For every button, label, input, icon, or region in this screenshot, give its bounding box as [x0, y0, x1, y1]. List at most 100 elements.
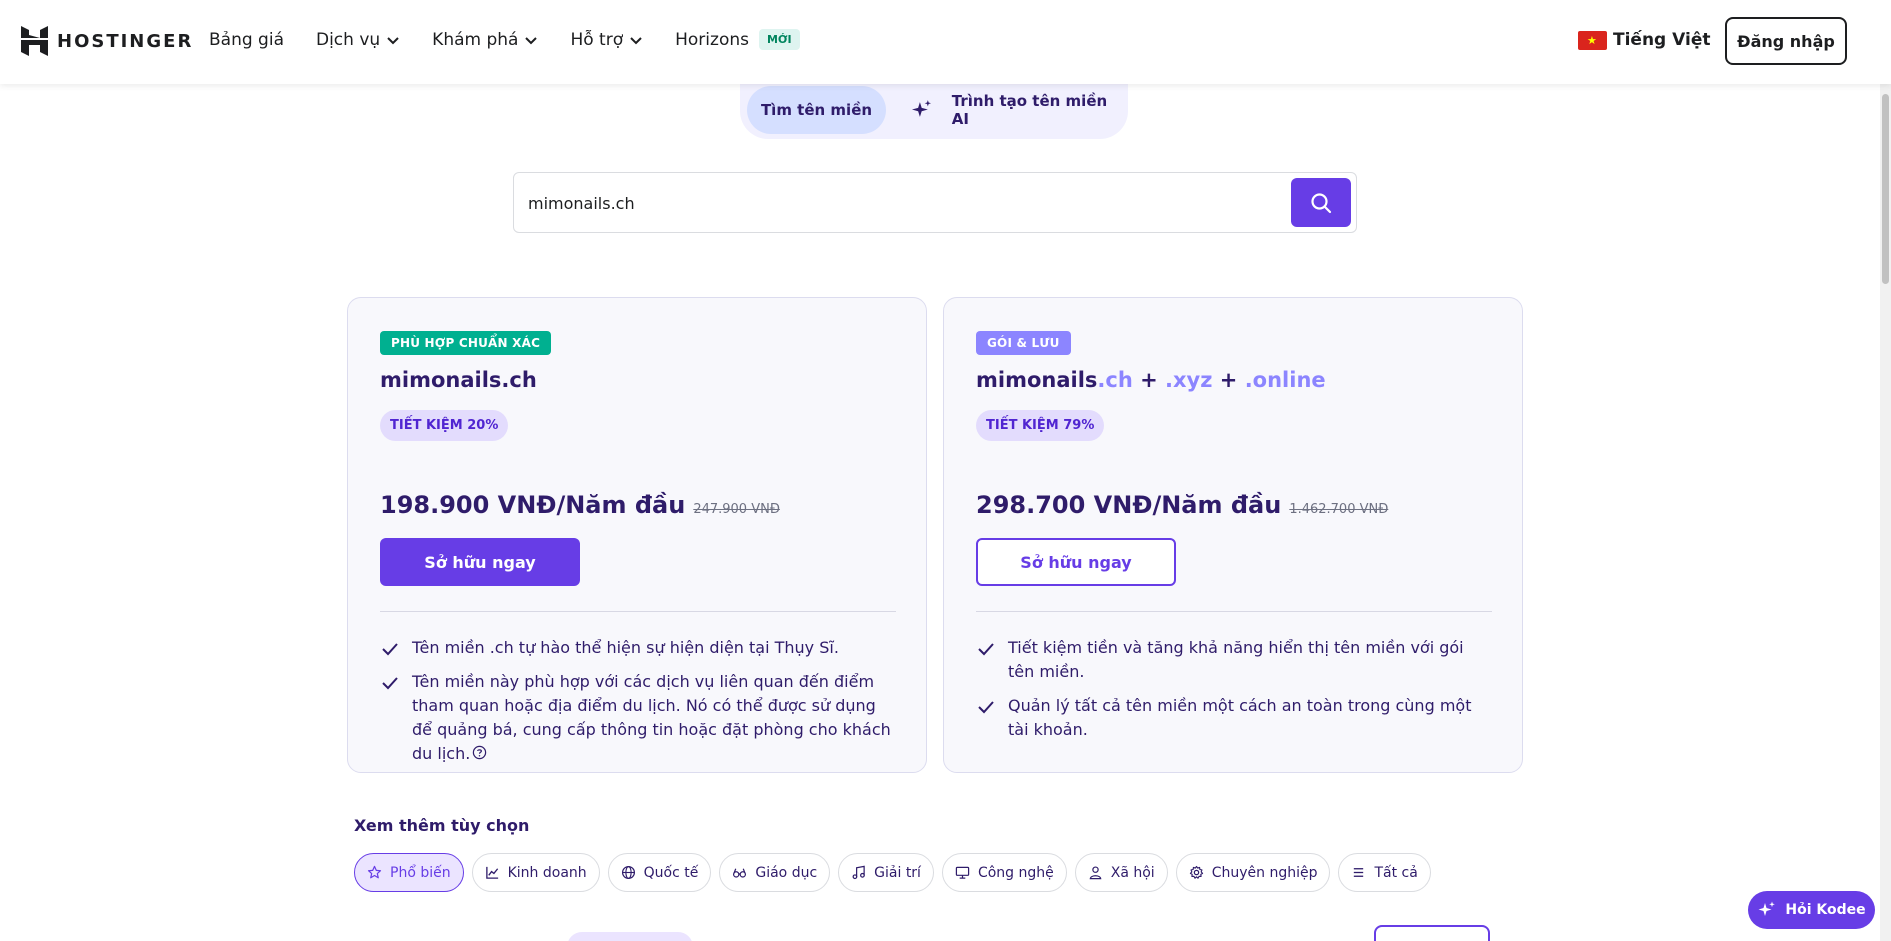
main-nav: Bảng giá Dịch vụ Khám phá Hỗ trợ Horizon… [209, 29, 800, 50]
domain-search-bar [513, 172, 1357, 233]
sparkle-icon [911, 100, 932, 117]
exact-match-card: PHÙ HỢP CHUẨN XÁC mimonails.ch TIẾT KIỆM… [347, 297, 927, 773]
search-button[interactable] [1291, 178, 1351, 227]
language-selector[interactable]: ★ Tiếng Việt [1578, 30, 1710, 50]
exact-old-price: 247.900 VNĐ [693, 502, 780, 517]
hostinger-logo[interactable]: HOSTINGER [21, 26, 193, 56]
plus-sign: + [1140, 368, 1158, 392]
chip-all[interactable]: Tất cả [1338, 853, 1431, 892]
chip-label: Giải trí [874, 864, 921, 881]
chip-label: Công nghệ [977, 864, 1054, 881]
login-button[interactable]: Đăng nhập [1725, 17, 1847, 65]
star-icon [367, 865, 382, 879]
bundle-buy-button[interactable]: Sở hữu ngay [976, 538, 1176, 586]
domain-search-input[interactable] [528, 183, 1268, 223]
nav-services-label: Dịch vụ [315, 29, 381, 50]
feature-text: Tiết kiệm tiền và tăng khả năng hiển thị… [1008, 638, 1464, 681]
check-icon [978, 643, 994, 656]
bundle-tld-xyz: .xyz [1165, 368, 1213, 392]
bundle-old-price: 1.462.700 VNĐ [1289, 502, 1389, 517]
monitor-icon [955, 866, 970, 879]
nav-explore[interactable]: Khám phá [432, 30, 538, 50]
domain-tabs: Tìm tên miền Trình tạo tên miền AI [740, 82, 1128, 139]
exact-savings-badge: TIẾT KIỆM 20% [380, 410, 509, 441]
exact-price: 198.900 VNĐ/Năm đầu [380, 491, 686, 519]
plus-sign: + [1219, 368, 1238, 392]
language-label: Tiếng Việt [1613, 30, 1711, 50]
chip-label: Chuyên nghiệp [1211, 864, 1318, 881]
bundle-price: 298.700 VNĐ/Năm đầu [976, 491, 1282, 519]
exact-features-list: Tên miền .ch tự hào thể hiện sự hiện diệ… [380, 636, 896, 776]
nav-support-label: Hỗ trợ [570, 29, 624, 50]
bottom-partial-button[interactable] [1374, 925, 1490, 941]
chip-label: Quốc tế [643, 864, 699, 881]
bundle-tld-online: .online [1244, 368, 1326, 392]
chip-label: Tất cả [1374, 864, 1418, 881]
chip-technology[interactable]: Công nghệ [941, 853, 1067, 892]
category-chips: Phổ biến Kinh doanh Quốc tế Giáo dục Giả… [354, 853, 1431, 892]
scrollbar-thumb[interactable] [1882, 94, 1889, 284]
list-item: Tên miền .ch tự hào thể hiện sự hiện diệ… [380, 636, 896, 660]
page-scrollbar[interactable] [1880, 84, 1891, 941]
list-item: Tên miền này phù hợp với các dịch vụ liê… [380, 670, 896, 766]
chip-entertainment[interactable]: Giải trí [838, 853, 934, 892]
gear-icon [1189, 865, 1203, 879]
nav-horizons-label: Horizons [675, 29, 749, 50]
chevron-down-icon [630, 36, 642, 44]
more-options-title: Xem thêm tùy chọn [354, 816, 530, 835]
check-icon [978, 701, 994, 714]
music-note-icon [852, 865, 865, 880]
kodee-label: Hỏi Kodee [1785, 902, 1866, 918]
feature-text: Quản lý tất cả tên miền một cách an toàn… [1008, 696, 1472, 739]
card-divider [976, 611, 1492, 612]
chip-international[interactable]: Quốc tế [607, 853, 712, 892]
trending-up-icon [485, 866, 498, 879]
globe-icon [621, 865, 635, 880]
chip-business[interactable]: Kinh doanh [471, 853, 600, 892]
bottom-filter-pill[interactable] [567, 932, 693, 941]
check-icon [382, 643, 398, 656]
tab-find-domain[interactable]: Tìm tên miền [747, 86, 886, 134]
nav-services[interactable]: Dịch vụ [316, 30, 400, 50]
ask-kodee-button[interactable]: Hỏi Kodee [1748, 891, 1875, 929]
exact-price-row: 198.900 VNĐ/Năm đầu 247.900 VNĐ [380, 491, 780, 519]
chip-popular[interactable]: Phổ biến [354, 853, 464, 892]
chip-social[interactable]: Xã hội [1074, 853, 1168, 892]
glasses-icon [733, 868, 747, 878]
bundle-badge: GÓI & LƯU [976, 331, 1071, 355]
chevron-down-icon [387, 36, 399, 44]
card-divider [380, 611, 896, 612]
nav-explore-label: Khám phá [432, 29, 519, 50]
chip-label: Giáo dục [755, 864, 818, 881]
logo-text: HOSTINGER [57, 30, 194, 52]
bundle-domain-base: mimonails [976, 368, 1098, 392]
search-icon [1311, 192, 1332, 213]
exact-match-badge: PHÙ HỢP CHUẨN XÁC [380, 331, 552, 355]
chip-education[interactable]: Giáo dục [719, 853, 831, 892]
bundle-card: GÓI & LƯU mimonails.ch + .xyz + .online … [943, 297, 1523, 773]
exact-domain-name: mimonails.ch [380, 368, 537, 392]
list-icon [1354, 868, 1364, 877]
tab-ai-generator-label: Trình tạo tên miền AI [951, 92, 1108, 128]
nav-support[interactable]: Hỗ trợ [570, 30, 643, 50]
chip-professional[interactable]: Chuyên nghiệp [1175, 853, 1331, 892]
bundle-price-row: 298.700 VNĐ/Năm đầu 1.462.700 VNĐ [976, 491, 1388, 519]
list-item: Quản lý tất cả tên miền một cách an toàn… [976, 694, 1492, 742]
nav-horizons[interactable]: Horizons MỚI [675, 29, 800, 50]
exact-buy-button[interactable]: Sở hữu ngay [380, 538, 580, 586]
chip-label: Kinh doanh [507, 864, 587, 881]
check-icon [382, 677, 398, 690]
nav-pricing[interactable]: Bảng giá [209, 30, 284, 50]
chip-label: Phổ biến [390, 864, 451, 881]
chip-label: Xã hội [1110, 864, 1155, 881]
tab-find-domain-label: Tìm tên miền [760, 101, 873, 119]
bundle-domain-name: mimonails.ch + .xyz + .online [976, 368, 1326, 392]
bundle-tld-ch: .ch [1097, 368, 1133, 392]
hostinger-logo-icon [21, 26, 48, 56]
help-circle-icon[interactable] [472, 745, 487, 760]
tab-ai-generator[interactable]: Trình tạo tên miền AI [910, 86, 1128, 134]
vietnam-flag-icon: ★ [1578, 30, 1607, 50]
site-header: HOSTINGER Bảng giá Dịch vụ Khám phá Hỗ t… [0, 0, 1891, 84]
kodee-sparkle-icon [1758, 901, 1776, 916]
chevron-down-icon [525, 36, 538, 44]
